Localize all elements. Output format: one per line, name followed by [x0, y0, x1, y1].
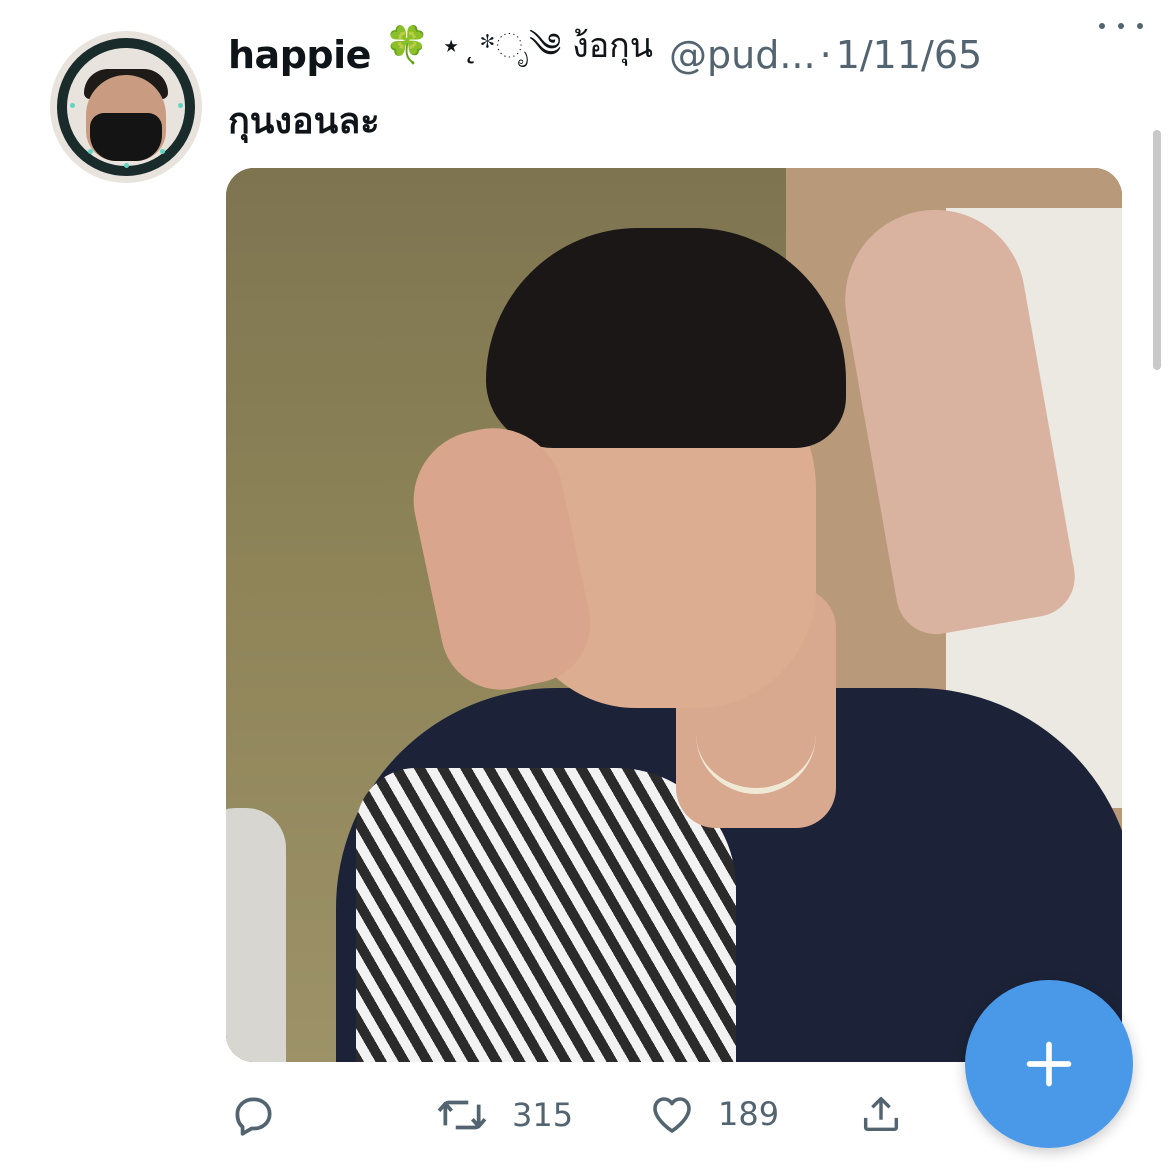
- share-upload-icon: [863, 1096, 899, 1132]
- like-button[interactable]: 189: [648, 1090, 779, 1138]
- retweet-count: 315: [512, 1096, 574, 1134]
- tweet-date[interactable]: 1/11/65: [836, 33, 983, 77]
- user-handle[interactable]: @pud...: [669, 33, 816, 77]
- retweet-button[interactable]: 315: [434, 1090, 573, 1140]
- tweet-screen: happie 🍀 ⋆˛*ೃ༄ ง้อกุน @pud... · 1/11/65 …: [0, 0, 1169, 1169]
- share-button[interactable]: [858, 1090, 904, 1138]
- scrollbar[interactable]: [1153, 130, 1161, 370]
- heart-icon: [653, 1097, 691, 1133]
- reply-button[interactable]: [228, 1090, 278, 1140]
- retweet-arrows-icon: [437, 1100, 487, 1130]
- tweet-header: happie 🍀 ⋆˛*ೃ༄ ง้อกุน @pud... · 1/11/65: [228, 25, 1113, 82]
- plus-icon: [1026, 1041, 1072, 1087]
- separator-dot: ·: [819, 33, 832, 77]
- speech-bubble-icon: [235, 1097, 272, 1136]
- name-decoration: 🍀 ⋆˛*ೃ༄ ง้อกุน: [385, 7, 653, 103]
- tweet-photo[interactable]: [226, 168, 1122, 1062]
- display-name[interactable]: happie: [228, 33, 371, 77]
- tweet-text: กุนงอนละ: [228, 101, 380, 142]
- like-count: 189: [718, 1095, 780, 1133]
- name-deco-text: ⋆˛*ೃ༄ ง้อกุน: [440, 26, 654, 66]
- avatar[interactable]: [50, 31, 202, 183]
- compose-tweet-button[interactable]: [965, 980, 1133, 1148]
- clover-icon: 🍀: [384, 25, 430, 66]
- more-options-icon[interactable]: [1099, 16, 1143, 36]
